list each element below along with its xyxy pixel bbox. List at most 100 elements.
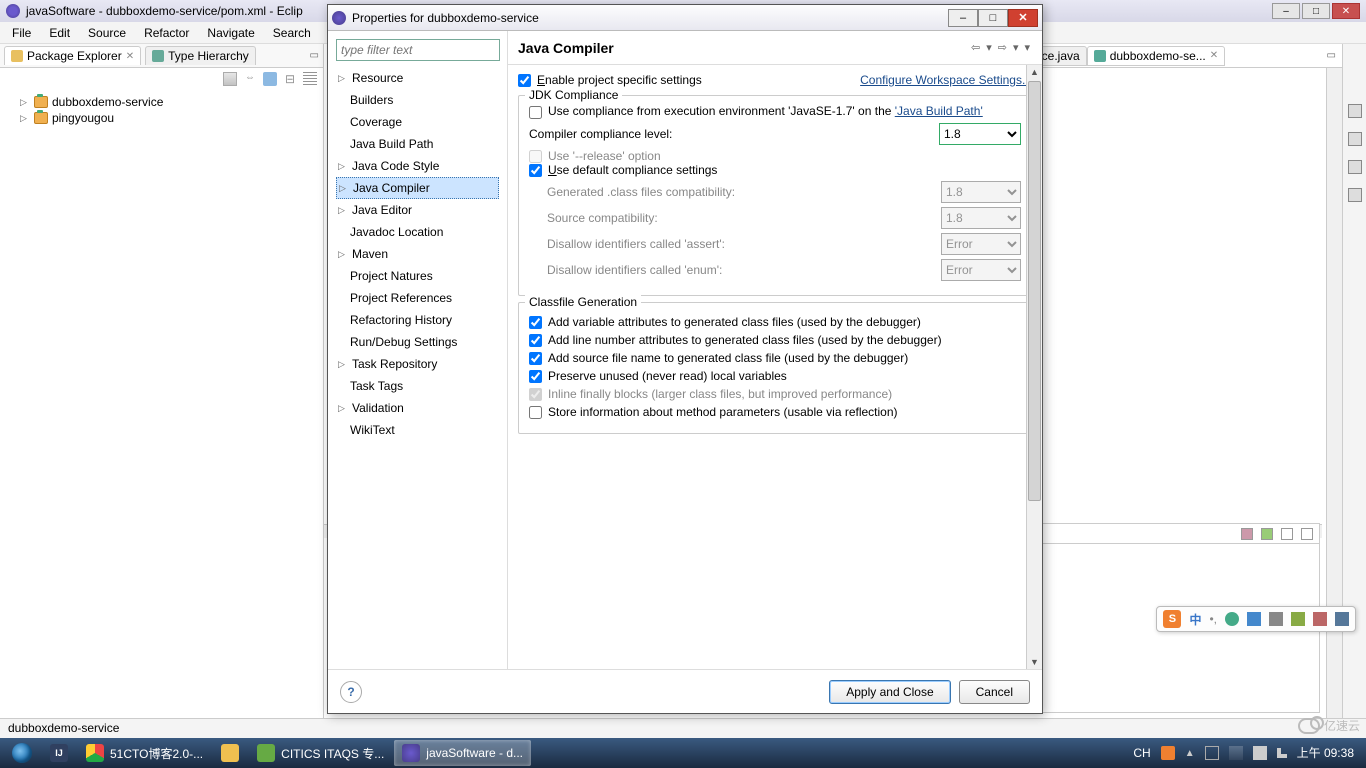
tab-type-hierarchy[interactable]: Type Hierarchy (145, 46, 256, 65)
category-project-references[interactable]: Project References (336, 287, 499, 309)
category-java-editor[interactable]: ▷Java Editor (336, 199, 499, 221)
scroll-thumb[interactable] (1028, 81, 1041, 501)
use-compliance-checkbox[interactable]: Use compliance from execution environmen… (529, 104, 1021, 119)
link-editor-icon[interactable] (223, 72, 237, 86)
expand-icon[interactable]: ▷ (339, 179, 349, 197)
category-validation[interactable]: ▷Validation (336, 397, 499, 419)
enable-specific-checkbox[interactable]: Enable project specific settings (518, 73, 702, 87)
add-source-checkbox[interactable]: Add source file name to generated class … (529, 351, 1021, 365)
category-java-build-path[interactable]: Java Build Path (336, 133, 499, 155)
menu-search[interactable]: Search (265, 24, 319, 42)
scroll-up-icon[interactable]: ▲ (1027, 65, 1042, 79)
minimize-button[interactable]: – (948, 9, 978, 27)
tray-battery-icon[interactable] (1253, 746, 1267, 760)
project-item[interactable]: ▷pingyougou (6, 110, 317, 126)
expand-icon[interactable]: ▷ (338, 245, 348, 263)
dropdown-icon[interactable]: ▾ (1011, 41, 1021, 54)
clock[interactable]: 上午 09:38 (1297, 747, 1354, 759)
minimize-icon[interactable] (1281, 528, 1293, 540)
dialog-titlebar[interactable]: Properties for dubboxdemo-service – □ ✕ (328, 5, 1042, 31)
trim-icon[interactable] (1348, 160, 1362, 174)
view-menu-icon[interactable]: ▭ (1327, 50, 1342, 61)
ime-toolbar[interactable]: S 中 •, (1156, 606, 1356, 632)
taskbar-item[interactable]: CITICS ITAQS 专... (249, 740, 392, 766)
compliance-level-combo[interactable]: 1.8 (939, 123, 1021, 145)
add-variable-checkbox[interactable]: Add variable attributes to generated cla… (529, 315, 1021, 329)
trim-icon[interactable] (1348, 188, 1362, 202)
close-icon[interactable]: ✕ (1210, 50, 1218, 61)
expand-icon[interactable]: ▷ (338, 399, 348, 417)
menu-navigate[interactable]: Navigate (199, 24, 262, 42)
category-task-repository[interactable]: ▷Task Repository (336, 353, 499, 375)
menu-refactor[interactable]: Refactor (136, 24, 197, 42)
category-java-code-style[interactable]: ▷Java Code Style (336, 155, 499, 177)
expand-icon[interactable]: ▷ (338, 355, 348, 373)
vertical-scrollbar[interactable] (1326, 68, 1342, 768)
start-button[interactable] (4, 740, 40, 766)
category-task-tags[interactable]: Task Tags (336, 375, 499, 397)
category-coverage[interactable]: Coverage (336, 111, 499, 133)
ime-voice-icon[interactable] (1225, 612, 1239, 626)
help-button[interactable]: ? (340, 681, 362, 703)
category-refactoring-history[interactable]: Refactoring History (336, 309, 499, 331)
category-project-natures[interactable]: Project Natures (336, 265, 499, 287)
close-button[interactable]: ✕ (1008, 9, 1038, 27)
collapse-all-icon[interactable]: ⊟ (285, 72, 295, 86)
menu-source[interactable]: Source (80, 24, 134, 42)
tab-package-explorer[interactable]: Package Explorer✕ (4, 46, 141, 65)
store-info-checkbox[interactable]: Store information about method parameter… (529, 405, 1021, 419)
ime-menu-icon[interactable] (1335, 612, 1349, 626)
minimize-button[interactable]: – (1272, 3, 1300, 19)
category-resource[interactable]: ▷Resource (336, 67, 499, 89)
scroll-down-icon[interactable]: ▼ (1027, 655, 1042, 669)
category-wikitext[interactable]: WikiText (336, 419, 499, 441)
tray-volume-icon[interactable] (1277, 748, 1287, 758)
minimize-view-icon[interactable]: ▭ (310, 50, 319, 61)
menu-edit[interactable]: Edit (41, 24, 78, 42)
ime-tool-icon[interactable] (1313, 612, 1327, 626)
cancel-button[interactable]: Cancel (959, 680, 1030, 704)
preserve-unused-checkbox[interactable]: Preserve unused (never read) local varia… (529, 369, 1021, 383)
panel-icon[interactable] (1261, 528, 1273, 540)
tray-action-center-icon[interactable] (1205, 746, 1219, 760)
taskbar-item[interactable]: 51CTO博客2.0-... (78, 740, 211, 766)
configure-workspace-link[interactable]: Configure Workspace Settings... (860, 73, 1032, 87)
filter-input[interactable] (336, 39, 500, 61)
dropdown-icon[interactable]: ▾ (984, 41, 994, 54)
sogou-icon[interactable]: S (1163, 610, 1181, 628)
java-build-path-link[interactable]: 'Java Build Path' (895, 104, 983, 118)
trim-icon[interactable] (1348, 104, 1362, 118)
view-menu-icon[interactable]: ▾ (1022, 41, 1032, 54)
taskbar-item[interactable]: javaSoftware - d... (394, 740, 531, 766)
panel-icon[interactable] (1241, 528, 1253, 540)
category-builders[interactable]: Builders (336, 89, 499, 111)
ime-settings-icon[interactable] (1291, 612, 1305, 626)
view-menu-icon[interactable] (303, 72, 317, 86)
add-line-checkbox[interactable]: Add line number attributes to generated … (529, 333, 1021, 347)
use-default-checkbox[interactable]: Use default compliance settings (529, 163, 1021, 177)
taskbar-item[interactable] (213, 740, 247, 766)
expand-icon[interactable]: ▷ (338, 201, 348, 219)
content-scrollbar[interactable]: ▲ ▼ (1026, 65, 1042, 669)
expand-icon[interactable]: ▷ (338, 69, 348, 87)
nav-back-icon[interactable]: ⇔ (245, 72, 255, 86)
maximize-button[interactable]: □ (978, 9, 1008, 27)
ime-keyboard-icon[interactable] (1269, 612, 1283, 626)
taskbar-item[interactable] (42, 740, 76, 766)
close-button[interactable]: ✕ (1332, 3, 1360, 19)
tray-expand-icon[interactable]: ▲ (1185, 748, 1195, 759)
ime-mic-icon[interactable] (1247, 612, 1261, 626)
ime-lang-icon[interactable]: 中 (1189, 611, 1201, 628)
expand-icon[interactable]: ▷ (20, 113, 30, 124)
trim-icon[interactable] (1348, 132, 1362, 146)
maximize-icon[interactable] (1301, 528, 1313, 540)
category-java-compiler[interactable]: ▷Java Compiler (336, 177, 499, 199)
back-icon[interactable]: ⇦ (969, 41, 982, 54)
category-javadoc-location[interactable]: Javadoc Location (336, 221, 499, 243)
tray-network-icon[interactable] (1229, 746, 1243, 760)
focus-task-icon[interactable] (263, 72, 277, 86)
category-maven[interactable]: ▷Maven (336, 243, 499, 265)
category-run-debug-settings[interactable]: Run/Debug Settings (336, 331, 499, 353)
apply-close-button[interactable]: Apply and Close (829, 680, 950, 704)
project-item[interactable]: ▷dubboxdemo-service (6, 94, 317, 110)
